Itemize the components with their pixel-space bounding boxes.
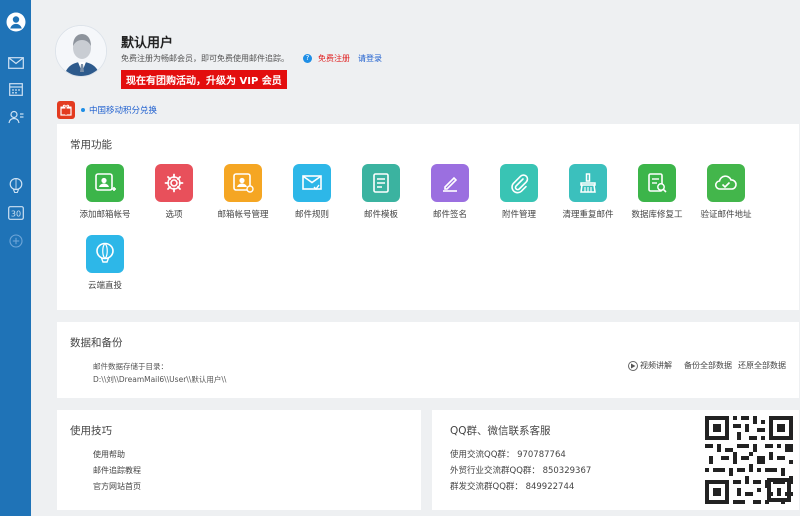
data-actions: 视频讲解 备份全部数据 还原全部数据 — [628, 360, 786, 371]
mail-rules-label: 邮件规则 — [294, 210, 329, 220]
mail-signature-button[interactable]: 邮件签名 — [416, 164, 484, 220]
cloud-delivery-label: 云端直投 — [87, 281, 122, 291]
mail-rules-button[interactable]: 邮件规则 — [278, 164, 346, 220]
balloon-icon — [86, 235, 124, 273]
paperclip-icon — [500, 164, 538, 202]
db-repair-label: 数据库修复工 — [631, 210, 683, 220]
login-link[interactable]: 请登录 — [358, 53, 382, 64]
account-manage-icon — [224, 164, 262, 202]
bullet-dot — [81, 108, 85, 112]
clean-duplicates-label: 清理重复邮件 — [562, 210, 614, 220]
add-account-label: 添加邮箱帐号 — [79, 210, 131, 220]
attachment-manage-label: 附件管理 — [501, 210, 536, 220]
calendar-icon[interactable] — [0, 78, 31, 100]
help-link[interactable]: 使用帮助 — [93, 447, 141, 463]
data-backup-title: 数据和备份 — [70, 337, 123, 349]
calendar-30-text: 30 — [10, 210, 20, 219]
clean-duplicates-button[interactable]: 清理重复邮件 — [554, 164, 622, 220]
backup-all-button[interactable]: 备份全部数据 — [684, 360, 732, 371]
account-manage-label: 邮箱帐号管理 — [217, 210, 269, 220]
restore-all-button[interactable]: 还原全部数据 — [738, 360, 786, 371]
add-circle-icon[interactable] — [0, 230, 31, 252]
db-repair-button[interactable]: 数据库修复工 — [623, 164, 691, 220]
video-guide-link[interactable]: 视频讲解 — [640, 360, 672, 371]
vip-promo-banner[interactable]: 现在有团购活动，升级为 VIP 会员 — [121, 70, 287, 89]
mail-template-label: 邮件模板 — [363, 210, 398, 220]
subtitle-text: 免费注册为畅邮会员，即可免费使用邮件追踪。 — [121, 54, 289, 63]
tracking-tutorial-link[interactable]: 邮件追踪教程 — [93, 463, 141, 479]
pen-icon — [431, 164, 469, 202]
storage-path[interactable]: D:\\刘\\DreamMail6\\User\\默认用户\\ — [93, 373, 226, 386]
storage-label: 邮件数据存储于目录： — [93, 362, 168, 371]
qq-group-line: 使用交流QQ群： 970787764 — [450, 450, 566, 460]
options-button[interactable]: 选项 — [140, 164, 208, 220]
register-link[interactable]: 免费注册 — [318, 53, 350, 64]
mobile-points-link[interactable]: 中国移动积分兑换 — [89, 104, 157, 116]
template-icon — [362, 164, 400, 202]
avatar[interactable] — [55, 25, 107, 77]
contacts-icon[interactable] — [0, 106, 31, 128]
mail-rule-icon — [293, 164, 331, 202]
user-name: 默认用户 — [121, 36, 174, 51]
mail-signature-label: 邮件签名 — [432, 210, 467, 220]
help-icon[interactable]: ? — [303, 54, 312, 63]
data-backup-panel: 数据和备份 邮件数据存储于目录： D:\\刘\\DreamMail6\\User… — [57, 322, 799, 398]
storage-info: 邮件数据存储于目录： D:\\刘\\DreamMail6\\User\\默认用户… — [93, 360, 226, 386]
gear-icon — [155, 164, 193, 202]
tips-list: 使用帮助 邮件追踪教程 官方网站首页 — [93, 447, 141, 495]
account-manage-button[interactable]: 邮箱帐号管理 — [209, 164, 277, 220]
tips-title: 使用技巧 — [70, 425, 112, 437]
common-functions-title: 常用功能 — [70, 139, 112, 151]
attachment-manage-button[interactable]: 附件管理 — [485, 164, 553, 220]
gift-row: 中国移动积分兑换 — [57, 100, 157, 120]
calendar-30-icon[interactable]: 30 — [0, 202, 31, 224]
verify-address-label: 验证邮件地址 — [700, 210, 752, 220]
db-repair-icon — [638, 164, 676, 202]
mail-icon[interactable] — [0, 52, 31, 74]
left-sidebar: 30 — [0, 0, 31, 516]
options-label: 选项 — [165, 210, 183, 220]
cloud-delivery-button[interactable]: 云端直投 — [71, 235, 139, 291]
play-icon[interactable] — [628, 360, 638, 371]
qq-title: QQ群、微信联系客服 — [450, 425, 551, 437]
gift-icon[interactable] — [57, 101, 75, 119]
balloon-icon[interactable] — [0, 175, 31, 197]
add-account-icon — [86, 164, 124, 202]
tips-panel: 使用技巧 使用帮助 邮件追踪教程 官方网站首页 — [57, 410, 421, 510]
mail-template-button[interactable]: 邮件模板 — [347, 164, 415, 220]
qq-group-list: 使用交流QQ群： 970787764 外贸行业交流群QQ群： 850329367… — [450, 447, 591, 495]
qq-group-line: 群发交流群QQ群： 849922744 — [450, 482, 575, 492]
qq-group-line: 外贸行业交流群QQ群： 850329367 — [450, 466, 592, 476]
broom-icon — [569, 164, 607, 202]
qr-code-image — [705, 416, 793, 504]
add-account-button[interactable]: 添加邮箱帐号 — [71, 164, 139, 220]
user-subtitle: 免费注册为畅邮会员，即可免费使用邮件追踪。 ? 免费注册 请登录 — [121, 53, 382, 64]
qq-support-panel: QQ群、微信联系客服 使用交流QQ群： 970787764 外贸行业交流群QQ群… — [432, 410, 799, 510]
common-functions-panel: 常用功能 添加邮箱帐号 选项 邮箱帐号管理 邮件规则 邮件模板 邮件签名 附件管… — [57, 124, 799, 310]
cloud-check-icon — [707, 164, 745, 202]
official-site-link[interactable]: 官方网站首页 — [93, 479, 141, 495]
user-avatar-icon[interactable] — [0, 11, 31, 33]
verify-address-button[interactable]: 验证邮件地址 — [692, 164, 760, 220]
